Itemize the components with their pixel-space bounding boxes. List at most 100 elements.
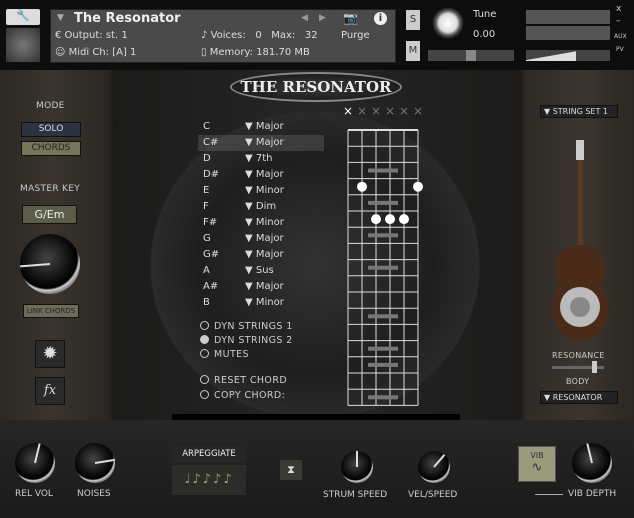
chord-row[interactable]: E ▼ Minor bbox=[198, 183, 324, 199]
chord-note: C bbox=[203, 121, 210, 132]
chord-type-dropdown[interactable]: ▼ Sus bbox=[245, 265, 274, 276]
mute-button[interactable]: M bbox=[406, 41, 420, 61]
volume-slider[interactable] bbox=[526, 50, 610, 61]
max-label: Max: bbox=[271, 30, 296, 41]
settings-gear-icon[interactable]: ✹ bbox=[35, 340, 65, 368]
string-set-dropdown[interactable]: ▼ STRING SET 1 bbox=[540, 105, 618, 118]
rel-vol-knob[interactable] bbox=[15, 443, 55, 483]
output-field[interactable]: € Output: st. 1 bbox=[55, 30, 128, 41]
chord-row[interactable]: A ▼ Sus bbox=[198, 263, 324, 279]
noises-knob[interactable] bbox=[75, 443, 115, 483]
chord-row[interactable]: F ▼ Dim bbox=[198, 199, 324, 215]
chord-row[interactable]: G ▼ Major bbox=[198, 231, 324, 247]
chord-type-dropdown[interactable]: ▼ Minor bbox=[245, 297, 284, 308]
chord-type-dropdown[interactable]: ▼ Major bbox=[245, 281, 284, 292]
level-meter-right bbox=[526, 26, 610, 40]
master-key-knob[interactable] bbox=[20, 234, 80, 294]
pan-slider[interactable] bbox=[428, 50, 514, 61]
body-dropdown[interactable]: ▼ RESONATOR bbox=[540, 391, 618, 404]
tune-knob[interactable] bbox=[432, 7, 464, 39]
chord-note: A# bbox=[203, 281, 219, 292]
chord-type-dropdown[interactable]: ▼ Major bbox=[245, 249, 284, 260]
note-value-selector[interactable]: ♩♪♪♪♪ bbox=[172, 465, 246, 495]
mute-toggle-x[interactable]: × bbox=[357, 104, 367, 118]
aux-button[interactable]: AUX bbox=[614, 33, 627, 40]
finger-dot[interactable] bbox=[371, 214, 381, 225]
option-copy-chord[interactable]: COPY CHORD: bbox=[200, 390, 285, 401]
fret-marker bbox=[368, 233, 398, 238]
mute-toggle-x[interactable]: × bbox=[371, 104, 381, 118]
mute-toggle-x[interactable]: × bbox=[343, 104, 353, 118]
vel-speed-knob[interactable] bbox=[418, 451, 450, 483]
finger-dot[interactable] bbox=[413, 181, 423, 192]
chord-row[interactable]: D# ▼ Major bbox=[198, 167, 324, 183]
mute-toggle-x[interactable]: × bbox=[399, 104, 409, 118]
info-icon[interactable]: i bbox=[374, 12, 387, 25]
chord-row[interactable]: F# ▼ Minor bbox=[198, 215, 324, 231]
chord-type-dropdown[interactable]: ▼ 7th bbox=[245, 153, 273, 164]
strum-direction-icon[interactable]: ⧗ bbox=[280, 460, 302, 480]
chord-type-dropdown[interactable]: ▼ Major bbox=[245, 121, 284, 132]
radio-icon bbox=[200, 335, 209, 344]
memory-readout: ▯ Memory: 181.70 MB bbox=[201, 47, 310, 58]
midi-field[interactable]: ☺ Midi Ch: [A] 1 bbox=[55, 47, 136, 58]
chord-row[interactable]: C# ▼ Major bbox=[198, 135, 324, 151]
chord-row[interactable]: A# ▼ Major bbox=[198, 279, 324, 295]
minimize-button[interactable]: – bbox=[616, 16, 621, 26]
wrench-icon[interactable]: 🔧 bbox=[6, 9, 40, 25]
chord-row[interactable]: B ▼ Minor bbox=[198, 295, 324, 311]
link-chords-button[interactable]: LINK CHORDS bbox=[23, 304, 79, 318]
dropdown-icon[interactable]: ▼ bbox=[57, 13, 64, 23]
finger-dot[interactable] bbox=[385, 214, 395, 225]
vib-button[interactable]: VIB ∿ bbox=[518, 446, 556, 482]
chord-type-dropdown[interactable]: ▼ Minor bbox=[245, 217, 284, 228]
chord-note: D# bbox=[203, 169, 220, 180]
radio-icon bbox=[200, 390, 209, 399]
rel-vol-label: REL VOL bbox=[15, 489, 53, 499]
body-value: RESONATOR bbox=[552, 393, 603, 402]
body-label: BODY bbox=[566, 377, 590, 386]
max-value[interactable]: 32 bbox=[305, 30, 318, 41]
tune-value: 0.00 bbox=[473, 29, 496, 40]
fx-icon[interactable]: fx bbox=[35, 377, 65, 405]
arpeggiate-button[interactable]: ARPEGGIATE bbox=[172, 446, 246, 463]
option-dyn-strings-1[interactable]: DYN STRINGS 1 bbox=[200, 321, 293, 332]
mute-toggle-x[interactable]: × bbox=[413, 104, 423, 118]
solo-mode-button[interactable]: SOLO bbox=[21, 122, 81, 137]
vib-link-line bbox=[535, 494, 563, 495]
chord-row[interactable]: D ▼ 7th bbox=[198, 151, 324, 167]
instrument-header: 🔧 ▼ The Resonator ◀ ▶ 📷 i € Output: st. … bbox=[0, 0, 634, 70]
radio-icon bbox=[200, 375, 209, 384]
chord-type-dropdown[interactable]: ▼ Major bbox=[245, 169, 284, 180]
chord-row[interactable]: G# ▼ Major bbox=[198, 247, 324, 263]
chord-type-dropdown[interactable]: ▼ Dim bbox=[245, 201, 276, 212]
prev-icon[interactable]: ◀ bbox=[301, 13, 308, 23]
close-button[interactable]: x bbox=[616, 4, 621, 14]
master-key-selector[interactable]: G/Em bbox=[22, 205, 77, 224]
chord-type-dropdown[interactable]: ▼ Major bbox=[245, 233, 284, 244]
finger-dot[interactable] bbox=[357, 181, 367, 192]
pv-button[interactable]: PV bbox=[616, 46, 624, 53]
vib-depth-knob[interactable] bbox=[572, 443, 612, 483]
strum-speed-knob[interactable] bbox=[341, 451, 373, 483]
option-dyn-strings-2[interactable]: DYN STRINGS 2 bbox=[200, 335, 293, 346]
fretboard-diagram[interactable]: × × × × × × bbox=[335, 100, 435, 410]
chord-type-dropdown[interactable]: ▼ Major bbox=[245, 137, 284, 148]
finger-dot[interactable] bbox=[399, 214, 409, 225]
option-reset-chord[interactable]: RESET CHORD bbox=[200, 375, 287, 386]
chord-row[interactable]: C ▼ Major bbox=[198, 119, 324, 135]
option-mutes[interactable]: MUTES bbox=[200, 349, 249, 360]
chords-mode-button[interactable]: CHORDS bbox=[21, 141, 81, 156]
solo-button[interactable]: S bbox=[406, 10, 420, 30]
fret-marker bbox=[368, 314, 398, 319]
resonance-slider[interactable] bbox=[552, 361, 604, 373]
purge-button[interactable]: Purge bbox=[341, 30, 370, 41]
camera-icon[interactable]: 📷 bbox=[343, 11, 358, 25]
mute-toggle-x[interactable]: × bbox=[385, 104, 395, 118]
level-meter-left bbox=[526, 10, 610, 24]
instrument-title[interactable]: The Resonator bbox=[74, 11, 181, 26]
chord-note: B bbox=[203, 297, 210, 308]
chord-type-dropdown[interactable]: ▼ Minor bbox=[245, 185, 284, 196]
next-icon[interactable]: ▶ bbox=[319, 13, 326, 23]
chord-note: E bbox=[203, 185, 210, 196]
